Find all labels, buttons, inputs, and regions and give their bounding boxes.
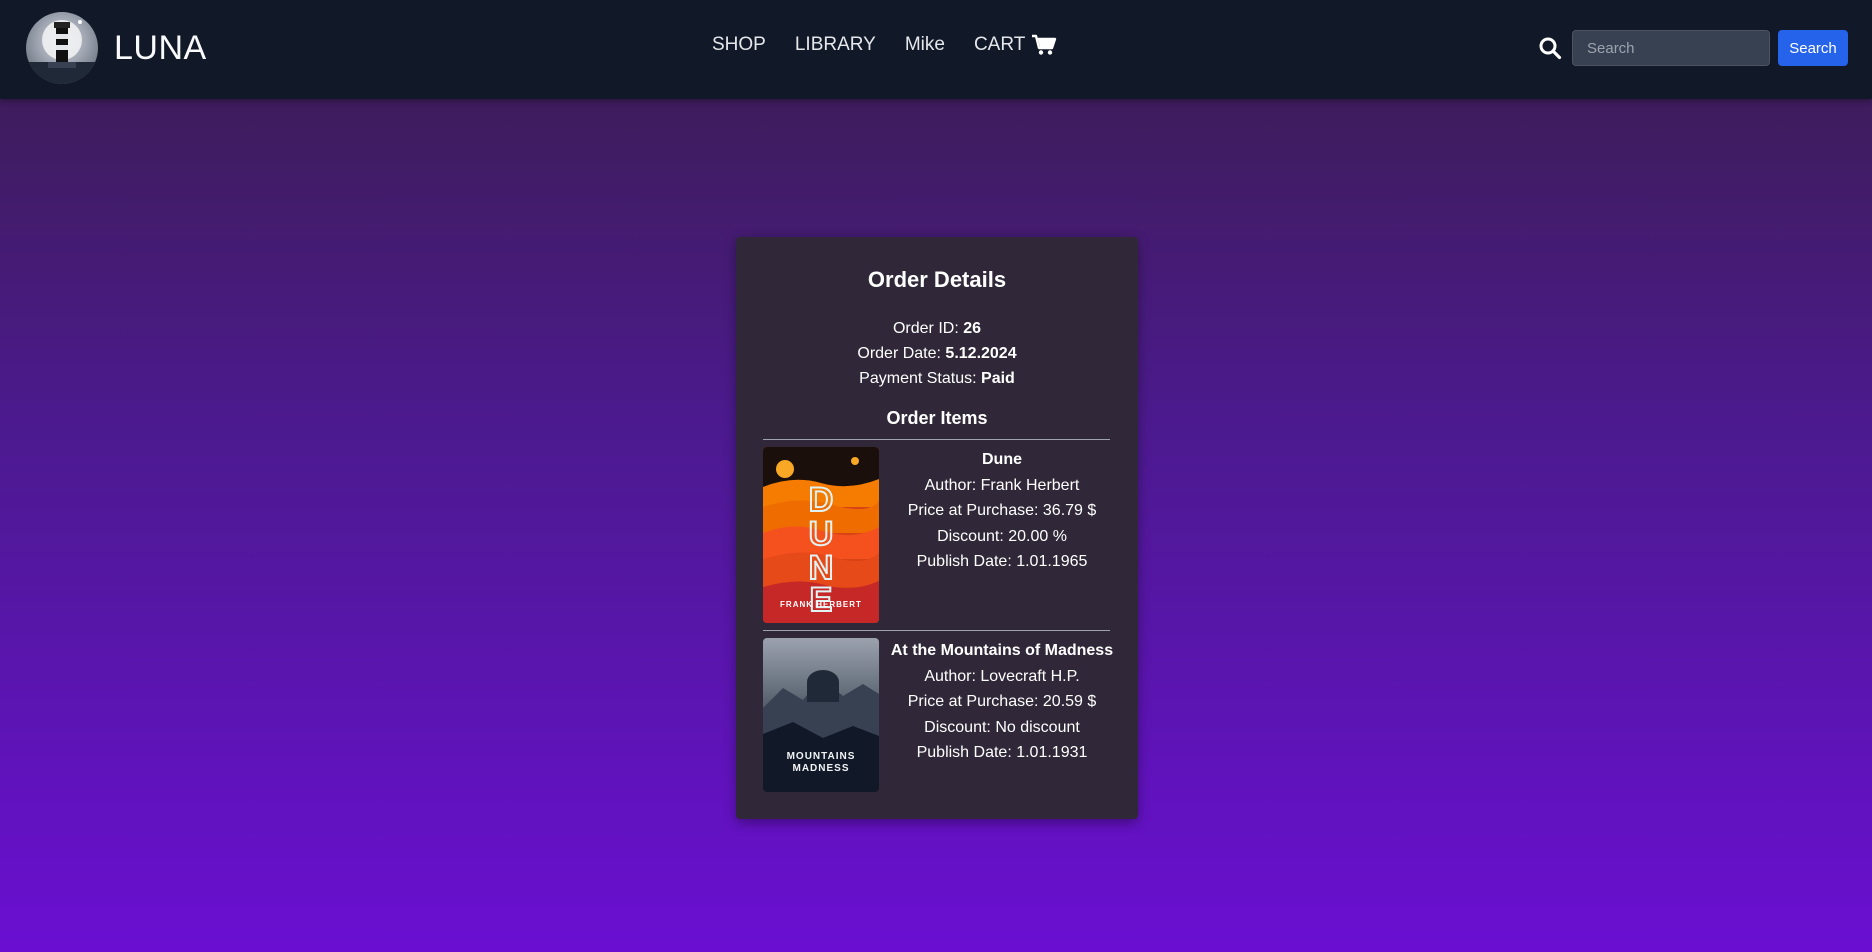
brand-name: LUNA <box>114 28 207 67</box>
order-items-title: Order Items <box>886 408 988 428</box>
cover-title-line-2: MADNESS <box>792 763 850 774</box>
book-cover-mountains[interactable]: MOUNTAINS MADNESS <box>763 638 879 792</box>
book-author: Author: Lovecraft H.P. <box>924 667 1080 685</box>
payment-status-line: Payment Status: Paid <box>736 370 1138 388</box>
lighthouse-logo-icon <box>26 12 98 84</box>
book-info: At the Mountains of Madness Author: Love… <box>887 638 1117 766</box>
order-date-line: Order Date: 5.12.2024 <box>736 345 1138 363</box>
book-price: Price at Purchase: 20.59 $ <box>907 693 1097 710</box>
brand[interactable]: LUNA <box>26 12 207 84</box>
nav-cart[interactable]: CART <box>974 34 1057 56</box>
book-title[interactable]: At the Mountains of Madness <box>887 638 1117 664</box>
order-date-value: 5.12.2024 <box>945 345 1017 362</box>
book-info: Dune Author: Frank Herbert Price at Purc… <box>887 447 1117 575</box>
order-date-label: Order Date: <box>857 345 941 362</box>
search-button[interactable]: Search <box>1778 30 1848 66</box>
payment-status-value: Paid <box>981 370 1015 387</box>
order-details-title: Order Details <box>867 267 1007 292</box>
search-input[interactable] <box>1572 30 1770 66</box>
book-publish-date: Publish Date: 1.01.1965 <box>916 553 1088 570</box>
book-author: Author: Frank Herbert <box>924 476 1080 494</box>
svg-text:D: D <box>809 481 834 519</box>
book-price: Price at Purchase: 36.79 $ <box>907 502 1097 519</box>
items-divider <box>763 439 1110 440</box>
navbar: LUNA SHOP LIBRARY Mike CART Search <box>0 0 1872 99</box>
nav-library[interactable]: LIBRARY <box>795 34 876 56</box>
book-cover-dune[interactable]: D U N E FRANK HERBERT <box>763 447 879 623</box>
order-id-value: 26 <box>963 320 982 337</box>
nav-shop[interactable]: SHOP <box>712 34 766 56</box>
book-title[interactable]: Dune <box>887 447 1117 473</box>
svg-text:U: U <box>809 515 834 553</box>
book-discount: Discount: No discount <box>924 718 1080 736</box>
search-area: Search <box>1538 30 1848 66</box>
book-discount: Discount: 20.00 % <box>937 527 1067 545</box>
order-id-line: Order ID: 26 <box>736 320 1138 338</box>
payment-status-label: Payment Status: <box>859 370 977 387</box>
nav-cart-label: CART <box>973 34 1026 55</box>
nav-user[interactable]: Mike <box>905 34 945 56</box>
order-details-card: Order Details Order ID: 26 Order Date: 5… <box>736 237 1138 819</box>
cart-icon <box>1032 34 1057 55</box>
items-divider <box>763 630 1110 631</box>
cover-title-line-1: MOUNTAINS <box>786 751 856 762</box>
book-publish-date: Publish Date: 1.01.1931 <box>916 744 1088 761</box>
search-icon[interactable] <box>1538 36 1562 60</box>
main-nav: SHOP LIBRARY Mike CART <box>712 34 1057 56</box>
cover-author-text: FRANK HERBERT <box>780 600 862 609</box>
order-id-label: Order ID: <box>892 320 959 337</box>
